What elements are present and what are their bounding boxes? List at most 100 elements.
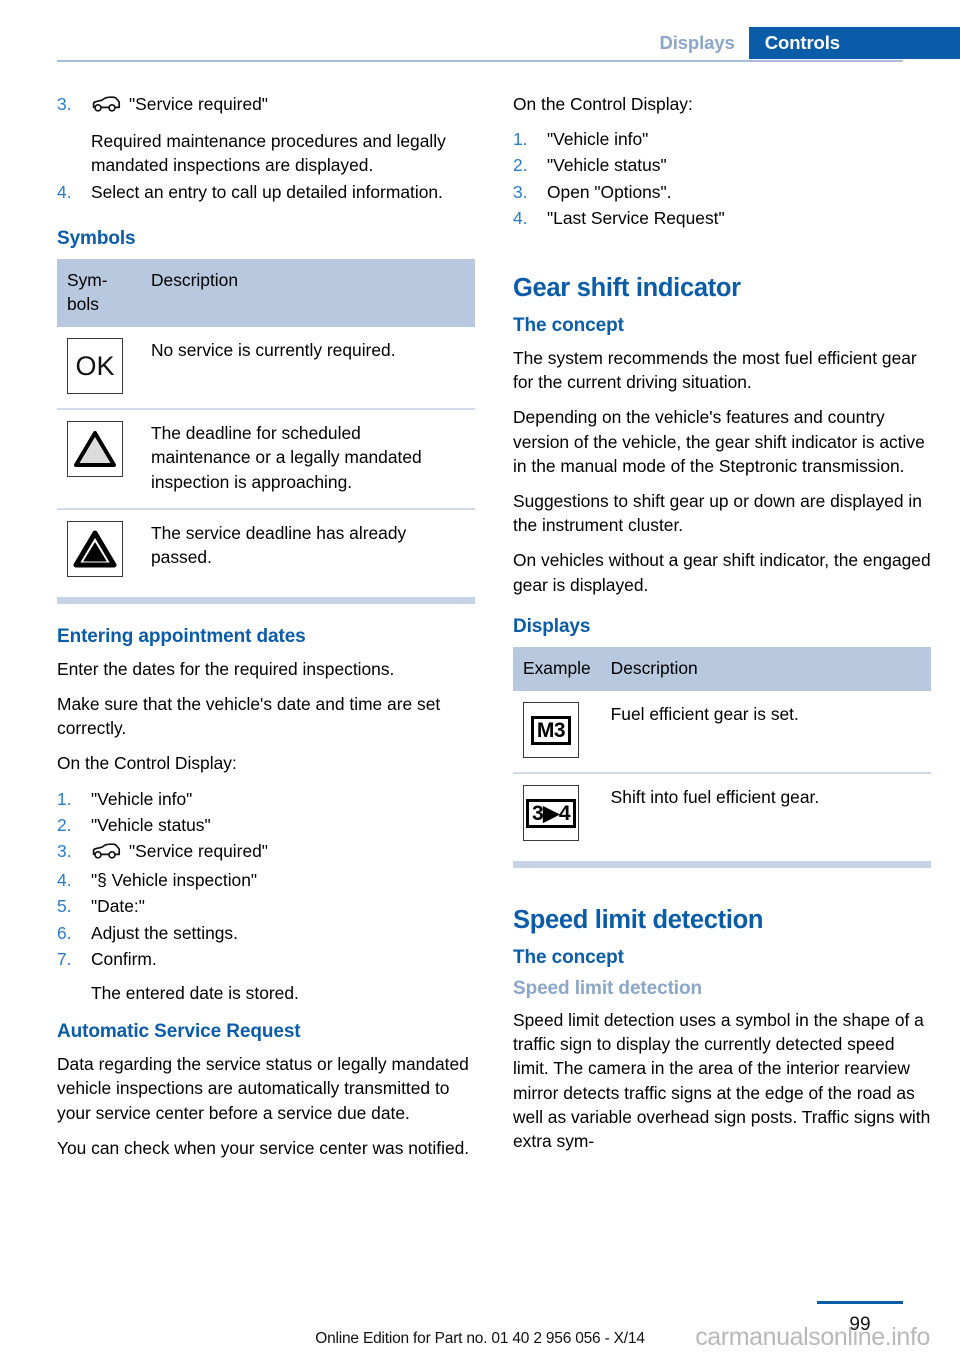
step-text: "Last Service Request" — [547, 207, 725, 228]
table-row: OK No service is currently required. — [57, 327, 475, 411]
gear-concept-paragraph-2: Depending on the vehicle's features and … — [513, 407, 925, 476]
list-item: 6. Adjust the settings. — [57, 921, 475, 945]
symbol-cell — [57, 509, 141, 591]
steps-continued-list: 3. "Service required" — [57, 92, 475, 119]
speed-limit-detection-heading: Speed limit detection — [513, 906, 764, 935]
speed-concept-heading: The concept — [513, 947, 624, 969]
step-text: "Vehicle info" — [91, 788, 193, 809]
content-columns: 3. "Service required" Required maintenan… — [57, 92, 931, 1171]
list-item: 4. "Last Service Request" — [513, 206, 931, 230]
list-item: 3. Open "Options". — [513, 180, 931, 204]
step-number: 3. — [513, 181, 528, 202]
table-row: The deadline for scheduled maintenance o… — [57, 409, 475, 510]
gear-m3-label: M3 — [536, 718, 566, 742]
speed-limit-sub-heading: Speed limit detection — [513, 978, 702, 1000]
column-header-symbols: Sym-bols — [57, 258, 141, 328]
appointment-paragraph-2: Make sure that the vehicle's date and ti… — [57, 694, 441, 739]
table-row: 3▶4 Shift into fuel efficient gear. — [513, 773, 931, 855]
step-text: "§ Vehicle inspection" — [91, 870, 258, 891]
step-number: 1. — [57, 788, 72, 809]
symbol-cell — [57, 409, 141, 510]
symbols-heading: Symbols — [57, 227, 136, 249]
tab-displays[interactable]: Displays — [659, 27, 749, 59]
step-number: 6. — [57, 922, 72, 943]
description-cell: The service deadline has already passed. — [151, 522, 407, 568]
page-header: Displays Controls — [0, 0, 960, 62]
step-number: 4. — [513, 207, 528, 228]
control-display-steps-list: 1. "Vehicle info" 2. "Vehicle status" 3.… — [513, 127, 931, 230]
speed-limit-paragraph-1: Speed limit detection uses a symbol in t… — [513, 1010, 931, 1152]
tab-controls[interactable]: Controls — [748, 27, 960, 59]
symbols-table-end-bar — [57, 596, 475, 604]
list-item: 1. "Vehicle info" — [57, 787, 475, 811]
gear-concept-heading: The concept — [513, 315, 624, 337]
right-column: On the Control Display: 1. "Vehicle info… — [513, 92, 931, 1171]
step-number: 2. — [57, 814, 72, 835]
list-item: 4. Select an entry to call up detailed i… — [57, 180, 475, 204]
appointment-paragraph-1: Enter the dates for the required inspect… — [57, 658, 395, 679]
appointment-result-text: The entered date is stored. — [91, 983, 299, 1004]
column-header-example: Example — [513, 646, 601, 692]
step-number: 4. — [57, 181, 72, 202]
appointment-steps-list: 1. "Vehicle info" 2. "Vehicle status" 3. — [57, 787, 475, 971]
entering-appointment-dates-heading: Entering appointment dates — [57, 625, 306, 647]
symbols-table: Sym-bols Description OK No service is cu… — [57, 258, 475, 591]
step-text: Select an entry to call up detailed info… — [91, 181, 443, 202]
description-cell: Fuel efficient gear is set. — [600, 691, 931, 775]
step-text: "Date:" — [91, 896, 145, 917]
appointment-paragraph-3: On the Control Display: — [57, 753, 237, 774]
table-row: The service deadline has already passed. — [57, 509, 475, 591]
displays-table-end-bar — [513, 861, 931, 869]
step-number: 7. — [57, 948, 72, 969]
page-footer: 99 Online Edition for Part no. 01 40 2 9… — [0, 1282, 960, 1362]
step-number: 3. — [57, 94, 72, 114]
description-cell: The deadline for scheduled maintenance o… — [141, 409, 475, 510]
step-number: 1. — [513, 129, 528, 150]
step-number: 3. — [57, 841, 72, 862]
car-icon — [91, 842, 121, 866]
control-display-intro: On the Control Display: — [513, 94, 693, 114]
step-number: 4. — [57, 870, 72, 891]
list-item: 3. "Service required" — [57, 839, 475, 866]
gear-shift-label: 3▶4 — [531, 801, 571, 825]
steps-continued-list-2: 4. Select an entry to call up detailed i… — [57, 180, 475, 204]
page-number-rule — [817, 1301, 903, 1304]
list-item: 5. "Date:" — [57, 894, 475, 918]
header-tabs: Displays Controls — [659, 27, 960, 59]
list-item: 2. "Vehicle status" — [513, 153, 931, 177]
step-text: Open "Options". — [547, 181, 672, 202]
gear-m3-icon: M3 — [523, 702, 579, 759]
step-text: "Service required" — [129, 841, 268, 862]
description-cell: Shift into fuel efficient gear. — [610, 787, 820, 808]
gear-shift-indicator-heading: Gear shift indicator — [513, 274, 741, 303]
step-text: "Vehicle status" — [91, 814, 211, 835]
left-column: 3. "Service required" Required maintenan… — [57, 92, 475, 1171]
ok-symbol-label: OK — [75, 351, 115, 382]
gear-concept-paragraph-3: Suggestions to shift gear up or down are… — [513, 491, 922, 536]
gear-shift-3-to-4-icon: 3▶4 — [523, 785, 579, 842]
gear-concept-paragraph-1: The system recommends the most fuel effi… — [513, 348, 917, 393]
watermark: carmanualsonline.info — [695, 1323, 930, 1351]
symbol-cell: OK — [57, 327, 141, 411]
displays-table: Example Description M3 Fuel efficient ge… — [513, 646, 931, 855]
automatic-service-request-heading: Automatic Service Request — [57, 1021, 301, 1043]
list-item: 7. Confirm. — [57, 947, 475, 971]
list-item: 3. "Service required" — [57, 92, 475, 119]
step-text: "Service required" — [129, 94, 268, 114]
warning-triangle-outline-icon — [67, 421, 123, 478]
car-icon — [91, 95, 121, 119]
list-item: 2. "Vehicle status" — [57, 813, 475, 837]
step-text: Adjust the settings. — [91, 922, 238, 943]
example-cell: 3▶4 — [513, 773, 601, 855]
ok-symbol-icon: OK — [67, 338, 123, 395]
table-header-row: Example Description — [513, 646, 931, 692]
description-cell: No service is currently required. — [141, 327, 475, 411]
table-row: M3 Fuel efficient gear is set. — [513, 691, 931, 775]
column-header-description: Description — [141, 258, 475, 328]
header-divider — [57, 60, 903, 62]
